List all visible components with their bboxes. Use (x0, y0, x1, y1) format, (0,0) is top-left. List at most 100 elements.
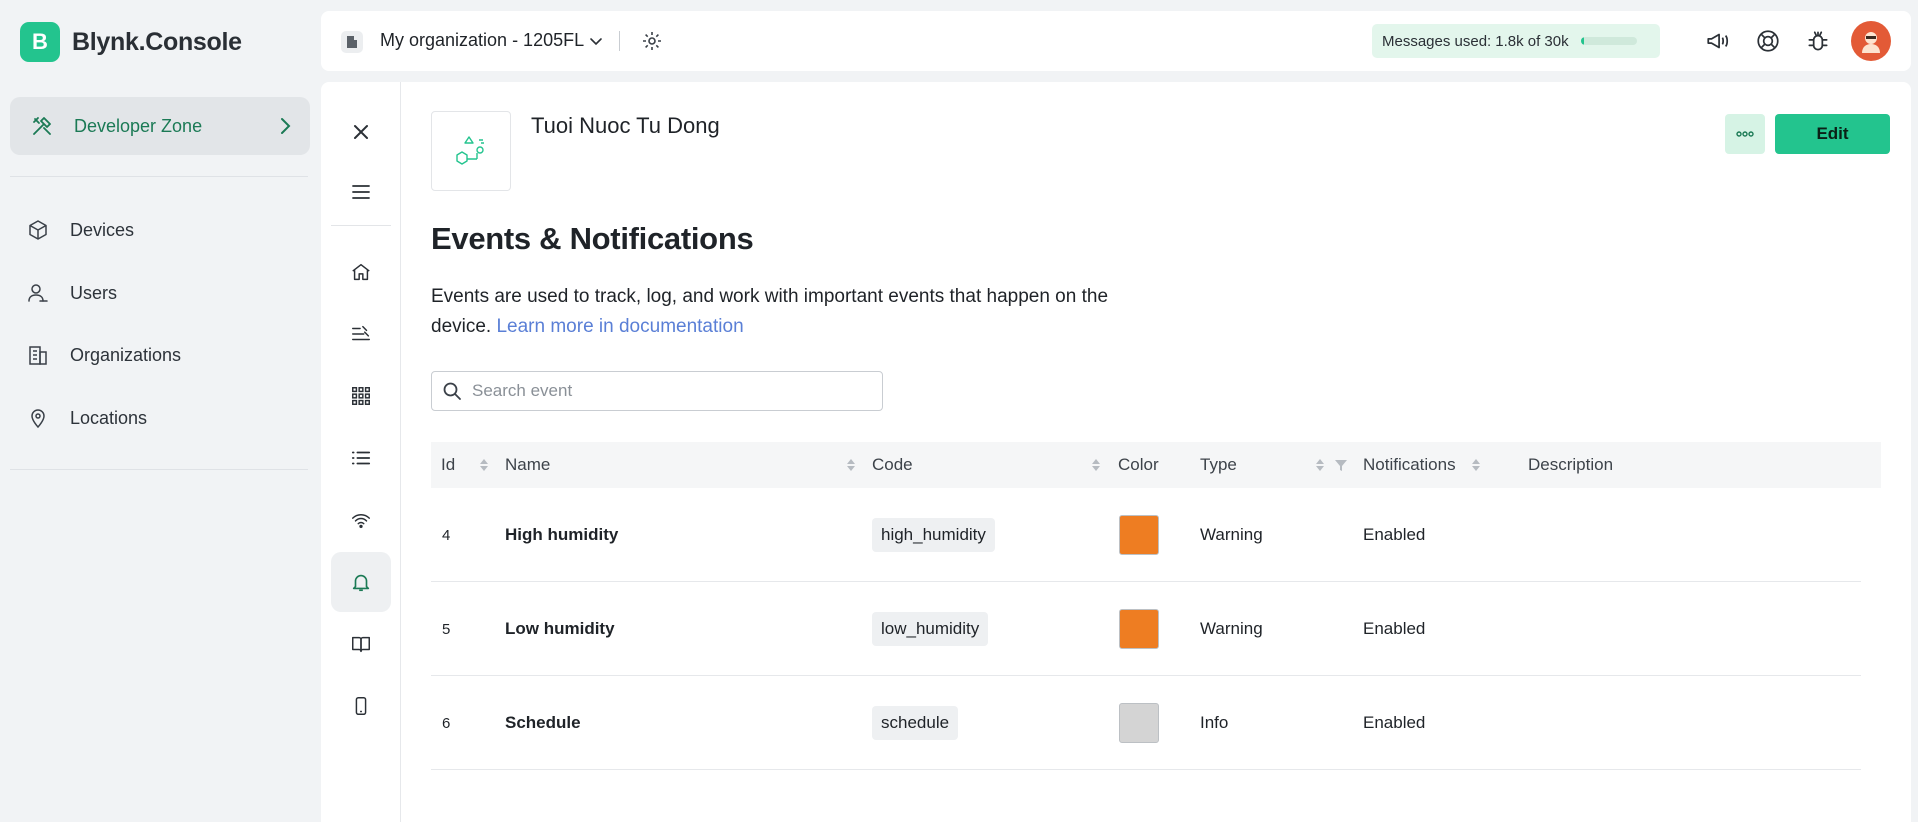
sidebar-item-organizations[interactable]: Organizations (26, 343, 181, 367)
topbar-separator (619, 31, 620, 51)
event-name: Low humidity (505, 619, 615, 638)
rail-connection-button[interactable] (331, 490, 391, 550)
wifi-icon (350, 509, 372, 531)
chevron-right-icon (278, 116, 292, 136)
sidebar-item-label: Locations (70, 407, 148, 428)
event-id: 4 (442, 526, 451, 544)
rail-mobile-button[interactable] (331, 676, 391, 736)
help-lifebuoy-icon[interactable] (1755, 28, 1781, 54)
cube-icon (26, 218, 50, 242)
event-type: Warning (1200, 619, 1263, 638)
event-type: Warning (1200, 525, 1263, 544)
search-icon (442, 381, 462, 401)
organization-switcher[interactable]: My organization - 1205FL (380, 30, 604, 51)
sort-icon[interactable] (1091, 456, 1101, 474)
bug-icon[interactable] (1805, 28, 1831, 54)
sidebar-item-label: Users (70, 282, 118, 303)
template-boxes-icon (451, 131, 491, 171)
edit-button[interactable]: Edit (1775, 114, 1890, 154)
column-header-notifications[interactable]: Notifications (1363, 442, 1456, 488)
table-row[interactable]: 6 Schedule schedule Info Enabled (431, 676, 1861, 770)
table-row[interactable]: 5 Low humidity low_humidity Warning Enab… (431, 582, 1861, 676)
rail-metadata-button[interactable] (331, 428, 391, 488)
hamburger-menu-icon (351, 184, 371, 200)
rail-docs-button[interactable] (331, 614, 391, 674)
user-avatar[interactable] (1851, 21, 1891, 61)
sort-icon[interactable] (846, 456, 856, 474)
main-panel: Tuoi Nuoc Tu Dong Edit Events & Notifica… (321, 82, 1911, 822)
rail-events-button[interactable] (331, 552, 391, 612)
search-input[interactable] (472, 381, 872, 401)
event-code: low_humidity (872, 612, 989, 646)
smartphone-icon (350, 695, 372, 717)
page-description: Events are used to track, log, and work … (431, 282, 1151, 342)
sidebar-item-locations[interactable]: Locations (26, 406, 147, 430)
event-notifications: Enabled (1363, 525, 1426, 544)
datastreams-icon (350, 323, 372, 345)
column-header-code[interactable]: Code (872, 442, 913, 488)
column-header-id[interactable]: Id (441, 442, 455, 488)
close-button[interactable] (331, 102, 391, 162)
brand-name: Blynk.Console (72, 27, 242, 56)
event-color-swatch (1119, 703, 1159, 743)
event-name: High humidity (505, 525, 619, 544)
messages-used-label: Messages used: (1382, 32, 1492, 50)
brand-logo: B (20, 22, 60, 62)
event-name: Schedule (505, 713, 581, 732)
column-header-description: Description (1528, 455, 1614, 474)
building-icon (26, 343, 50, 367)
sidebar-item-label: Organizations (70, 344, 182, 365)
event-code: high_humidity (872, 518, 995, 552)
developer-zone-label: Developer Zone (74, 115, 203, 136)
chevron-down-icon (588, 33, 604, 49)
megaphone-icon[interactable] (1705, 28, 1731, 54)
sidebar-item-label: Devices (70, 219, 135, 240)
rail-home-button[interactable] (331, 242, 391, 302)
filter-icon[interactable] (1334, 456, 1348, 474)
home-icon (350, 261, 372, 283)
close-icon (352, 123, 370, 141)
rail-datastreams-button[interactable] (331, 304, 391, 364)
book-icon (350, 633, 372, 655)
location-pin-icon (26, 406, 50, 430)
more-dots-icon (1736, 131, 1754, 137)
documentation-link[interactable]: Learn more in documentation (496, 316, 743, 337)
template-thumbnail[interactable] (431, 111, 511, 191)
column-header-color: Color (1118, 455, 1159, 474)
sidebar-item-devices[interactable]: Devices (26, 218, 134, 242)
column-header-name[interactable]: Name (505, 442, 550, 488)
event-notifications: Enabled (1363, 619, 1426, 638)
event-type: Info (1200, 713, 1229, 732)
brand[interactable]: B Blynk.Console (20, 22, 242, 62)
top-bar: My organization - 1205FL Messages used: … (321, 11, 1911, 71)
tools-icon (30, 114, 54, 138)
organization-name: My organization - 1205FL (380, 30, 585, 50)
more-options-button[interactable] (1725, 114, 1765, 154)
event-color-swatch (1119, 609, 1159, 649)
column-header-type[interactable]: Type (1200, 442, 1237, 488)
search-box[interactable] (431, 371, 883, 411)
template-nav-rail (321, 82, 401, 822)
page-title: Events & Notifications (431, 221, 754, 256)
gear-icon[interactable] (640, 29, 664, 53)
event-id: 6 (442, 714, 451, 732)
organization-icon (341, 31, 363, 53)
sort-icon[interactable] (1471, 456, 1481, 474)
sidebar-item-users[interactable]: Users (26, 281, 117, 305)
table-row[interactable]: 4 High humidity high_humidity Warning En… (431, 488, 1861, 582)
list-icon (350, 447, 372, 469)
rail-divider (331, 225, 391, 226)
messages-used-indicator[interactable]: Messages used: 1.8k of 30k (1372, 24, 1660, 58)
sidebar-divider (10, 469, 308, 470)
template-name: Tuoi Nuoc Tu Dong (531, 113, 720, 138)
menu-button[interactable] (331, 162, 391, 222)
sidebar-divider (10, 176, 308, 177)
users-icon (26, 281, 50, 305)
sort-icon[interactable] (1315, 456, 1325, 474)
developer-zone-item[interactable]: Developer Zone (10, 97, 310, 155)
table-header: Id Name Code Color Type Notifications De… (431, 442, 1881, 488)
event-code: schedule (872, 706, 959, 740)
sort-icon[interactable] (479, 456, 489, 474)
rail-web-dashboard-button[interactable] (331, 366, 391, 426)
bell-icon (350, 571, 372, 593)
